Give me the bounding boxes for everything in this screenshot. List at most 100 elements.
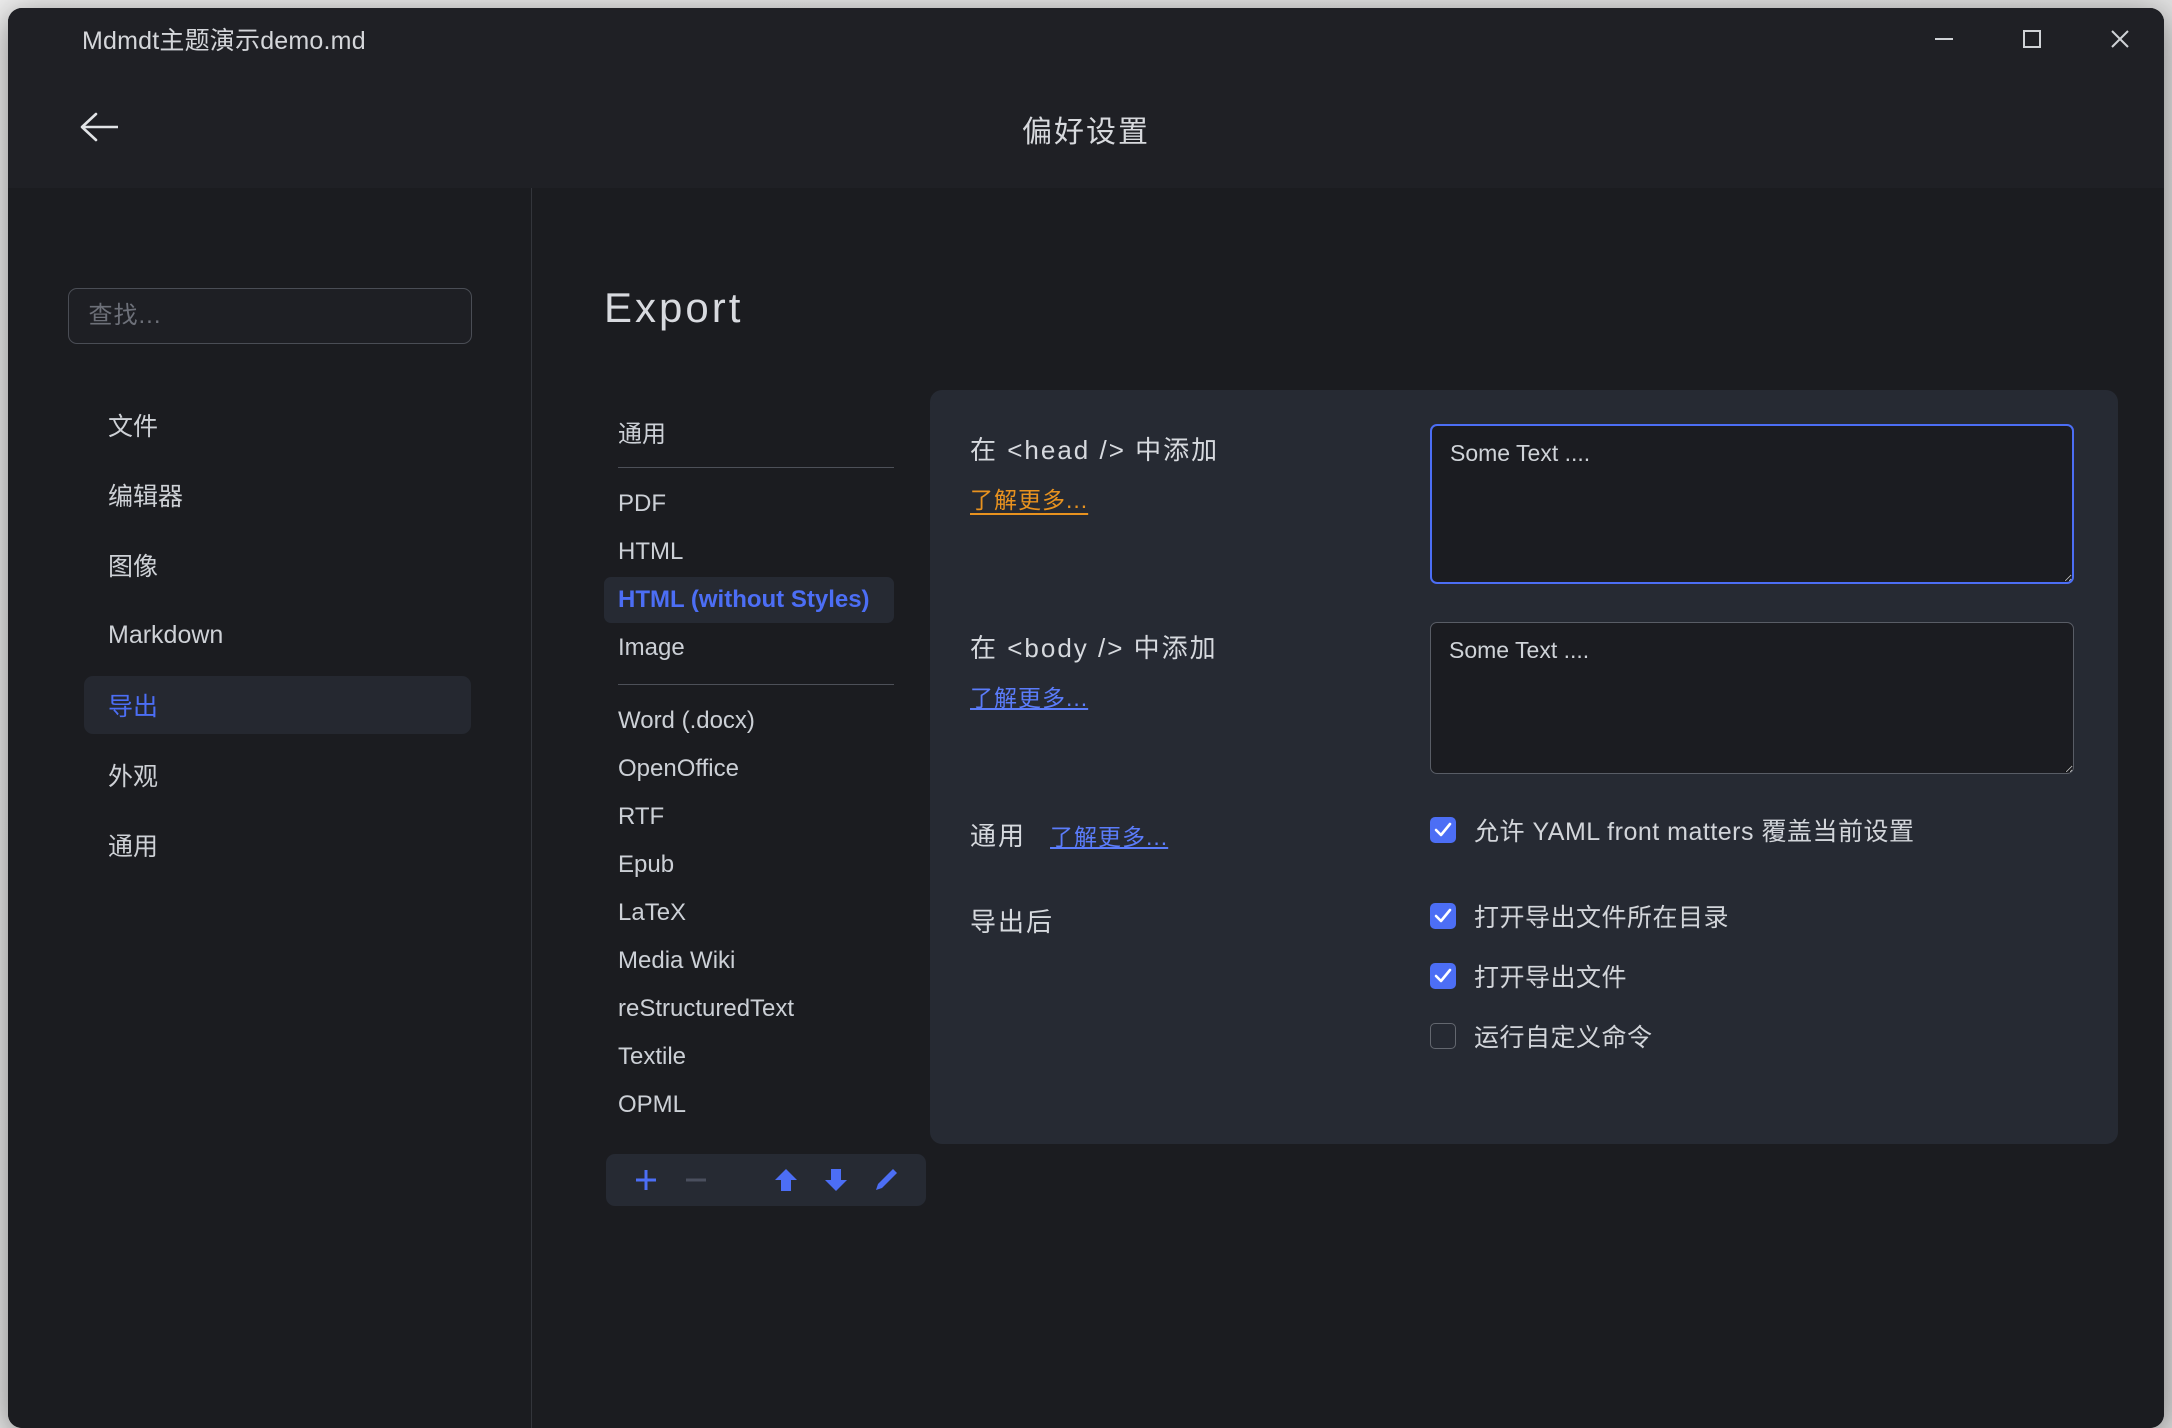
format-item-image[interactable]: Image bbox=[604, 625, 894, 671]
format-item-label: Word (.docx) bbox=[618, 707, 755, 735]
after-export-options-row: 导出后 打开导出文件所在目录 bbox=[970, 898, 2074, 1078]
arrow-left-icon bbox=[78, 110, 122, 149]
format-item-label: HTML bbox=[618, 538, 683, 566]
desktop-background: Mdmdt主题演示demo.md bbox=[0, 0, 2172, 1428]
sidebar-item-label: 图像 bbox=[108, 547, 158, 583]
page-header: 偏好设置 bbox=[8, 70, 2164, 188]
format-list-divider bbox=[618, 467, 894, 468]
check-icon bbox=[1433, 906, 1453, 926]
head-learn-more-link[interactable]: 了解更多... bbox=[970, 481, 1088, 515]
export-settings-panel: Export 通用 PDF HTML bbox=[532, 188, 2164, 1428]
format-item-label: LaTeX bbox=[618, 899, 686, 927]
format-item-label: PDF bbox=[618, 490, 666, 518]
back-button[interactable] bbox=[74, 103, 126, 155]
search-box[interactable] bbox=[68, 288, 472, 344]
format-item-label: HTML (without Styles) bbox=[618, 586, 870, 614]
format-item-textile[interactable]: Textile bbox=[604, 1034, 894, 1080]
format-item-label: Epub bbox=[618, 851, 674, 879]
checkbox-label: 运行自定义命令 bbox=[1474, 1018, 1653, 1054]
checkbox-row-open-folder[interactable]: 打开导出文件所在目录 bbox=[1430, 898, 2074, 934]
sidebar-item-appearance[interactable]: 外观 bbox=[84, 746, 471, 804]
body-content-textarea[interactable] bbox=[1430, 622, 2074, 774]
checkbox-label: 打开导出文件 bbox=[1474, 958, 1627, 994]
checkbox-yaml-override[interactable] bbox=[1430, 817, 1456, 843]
sidebar-nav: 文件 编辑器 图像 Markdown 导出 外观 bbox=[8, 396, 531, 874]
format-item-label: OPML bbox=[618, 1091, 686, 1119]
sidebar-item-editor[interactable]: 编辑器 bbox=[84, 466, 471, 524]
format-item-rtf[interactable]: RTF bbox=[604, 794, 894, 840]
pencil-icon bbox=[872, 1166, 900, 1194]
minimize-icon bbox=[1931, 26, 1957, 52]
checkbox-row-open-file[interactable]: 打开导出文件 bbox=[1430, 958, 2074, 994]
format-item-html[interactable]: HTML bbox=[604, 529, 894, 575]
checkbox-open-export-folder[interactable] bbox=[1430, 903, 1456, 929]
format-item-media-wiki[interactable]: Media Wiki bbox=[604, 938, 894, 984]
format-item-label: RTF bbox=[618, 803, 664, 831]
maximize-icon bbox=[2019, 26, 2045, 52]
export-settings-card: 在 <head /> 中添加 了解更多... 在 <body /> 中添加 了解… bbox=[930, 390, 2118, 1144]
checkbox-run-custom-command[interactable] bbox=[1430, 1023, 1456, 1049]
sidebar-item-general[interactable]: 通用 bbox=[84, 816, 471, 874]
add-format-button[interactable] bbox=[628, 1162, 664, 1198]
sidebar-item-label: 外观 bbox=[108, 757, 158, 793]
checkbox-open-export-file[interactable] bbox=[1430, 963, 1456, 989]
format-list: 通用 PDF HTML HTML (without Styles) bbox=[604, 390, 894, 1206]
format-item-label: Media Wiki bbox=[618, 947, 735, 975]
body-learn-more-link[interactable]: 了解更多... bbox=[970, 679, 1088, 713]
arrow-up-icon bbox=[773, 1166, 799, 1194]
remove-format-button[interactable] bbox=[678, 1162, 714, 1198]
format-item-label: reStructuredText bbox=[618, 995, 794, 1023]
format-item-epub[interactable]: Epub bbox=[604, 842, 894, 888]
head-field-row: 在 <head /> 中添加 了解更多... bbox=[970, 424, 2074, 584]
sidebar-item-image[interactable]: 图像 bbox=[84, 536, 471, 594]
format-item-html-without-styles[interactable]: HTML (without Styles) bbox=[604, 577, 894, 623]
sidebar-item-label: 文件 bbox=[108, 407, 158, 443]
head-content-textarea[interactable] bbox=[1430, 424, 2074, 584]
sidebar-item-files[interactable]: 文件 bbox=[84, 396, 471, 454]
sidebar-item-markdown[interactable]: Markdown bbox=[84, 606, 471, 664]
format-item-label: Textile bbox=[618, 1043, 686, 1071]
close-icon bbox=[2106, 25, 2134, 53]
move-down-button[interactable] bbox=[818, 1162, 854, 1198]
arrow-down-icon bbox=[823, 1166, 849, 1194]
minimize-button[interactable] bbox=[1900, 8, 1988, 70]
maximize-button[interactable] bbox=[1988, 8, 2076, 70]
format-item-label: 通用 bbox=[618, 414, 666, 449]
checkbox-row-run-command[interactable]: 运行自定义命令 bbox=[1430, 1018, 2074, 1054]
general-options-label: 通用 bbox=[970, 816, 1026, 853]
format-item-restructuredtext[interactable]: reStructuredText bbox=[604, 986, 894, 1032]
close-button[interactable] bbox=[2076, 8, 2164, 70]
format-item-latex[interactable]: LaTeX bbox=[604, 890, 894, 936]
general-learn-more-link[interactable]: 了解更多... bbox=[1050, 818, 1168, 852]
plus-icon bbox=[631, 1165, 661, 1195]
format-item-openoffice[interactable]: OpenOffice bbox=[604, 746, 894, 792]
sidebar-item-label: 导出 bbox=[108, 687, 158, 723]
checkbox-row-yaml-override[interactable]: 允许 YAML front matters 覆盖当前设置 bbox=[1430, 812, 2074, 848]
format-item-label: Image bbox=[618, 634, 685, 662]
format-item-opml[interactable]: OPML bbox=[604, 1082, 894, 1128]
settings-sidebar: 文件 编辑器 图像 Markdown 导出 外观 bbox=[8, 188, 532, 1428]
format-item-general[interactable]: 通用 bbox=[604, 408, 894, 454]
general-options-row: 通用 了解更多... 允许 YA bbox=[970, 812, 2074, 872]
body-field-row: 在 <body /> 中添加 了解更多... bbox=[970, 622, 2074, 774]
window-title: Mdmdt主题演示demo.md bbox=[82, 21, 366, 57]
sidebar-item-label: Markdown bbox=[108, 621, 223, 650]
sidebar-item-label: 通用 bbox=[108, 827, 158, 863]
format-list-divider bbox=[618, 684, 894, 685]
format-item-pdf[interactable]: PDF bbox=[604, 481, 894, 527]
head-field-label: 在 <head /> 中添加 bbox=[970, 430, 1430, 467]
window-controls bbox=[1900, 8, 2164, 70]
content-area: 文件 编辑器 图像 Markdown 导出 外观 bbox=[8, 188, 2164, 1428]
title-bar: Mdmdt主题演示demo.md bbox=[8, 8, 2164, 70]
move-up-button[interactable] bbox=[768, 1162, 804, 1198]
edit-format-button[interactable] bbox=[868, 1162, 904, 1198]
export-heading: Export bbox=[604, 284, 2164, 332]
check-icon bbox=[1433, 966, 1453, 986]
search-input[interactable] bbox=[89, 302, 451, 330]
format-item-word[interactable]: Word (.docx) bbox=[604, 698, 894, 744]
body-field-label: 在 <body /> 中添加 bbox=[970, 628, 1430, 665]
checkbox-label: 允许 YAML front matters 覆盖当前设置 bbox=[1474, 812, 1914, 848]
minus-icon bbox=[681, 1165, 711, 1195]
sidebar-item-export[interactable]: 导出 bbox=[84, 676, 471, 734]
page-title: 偏好设置 bbox=[8, 107, 2164, 151]
